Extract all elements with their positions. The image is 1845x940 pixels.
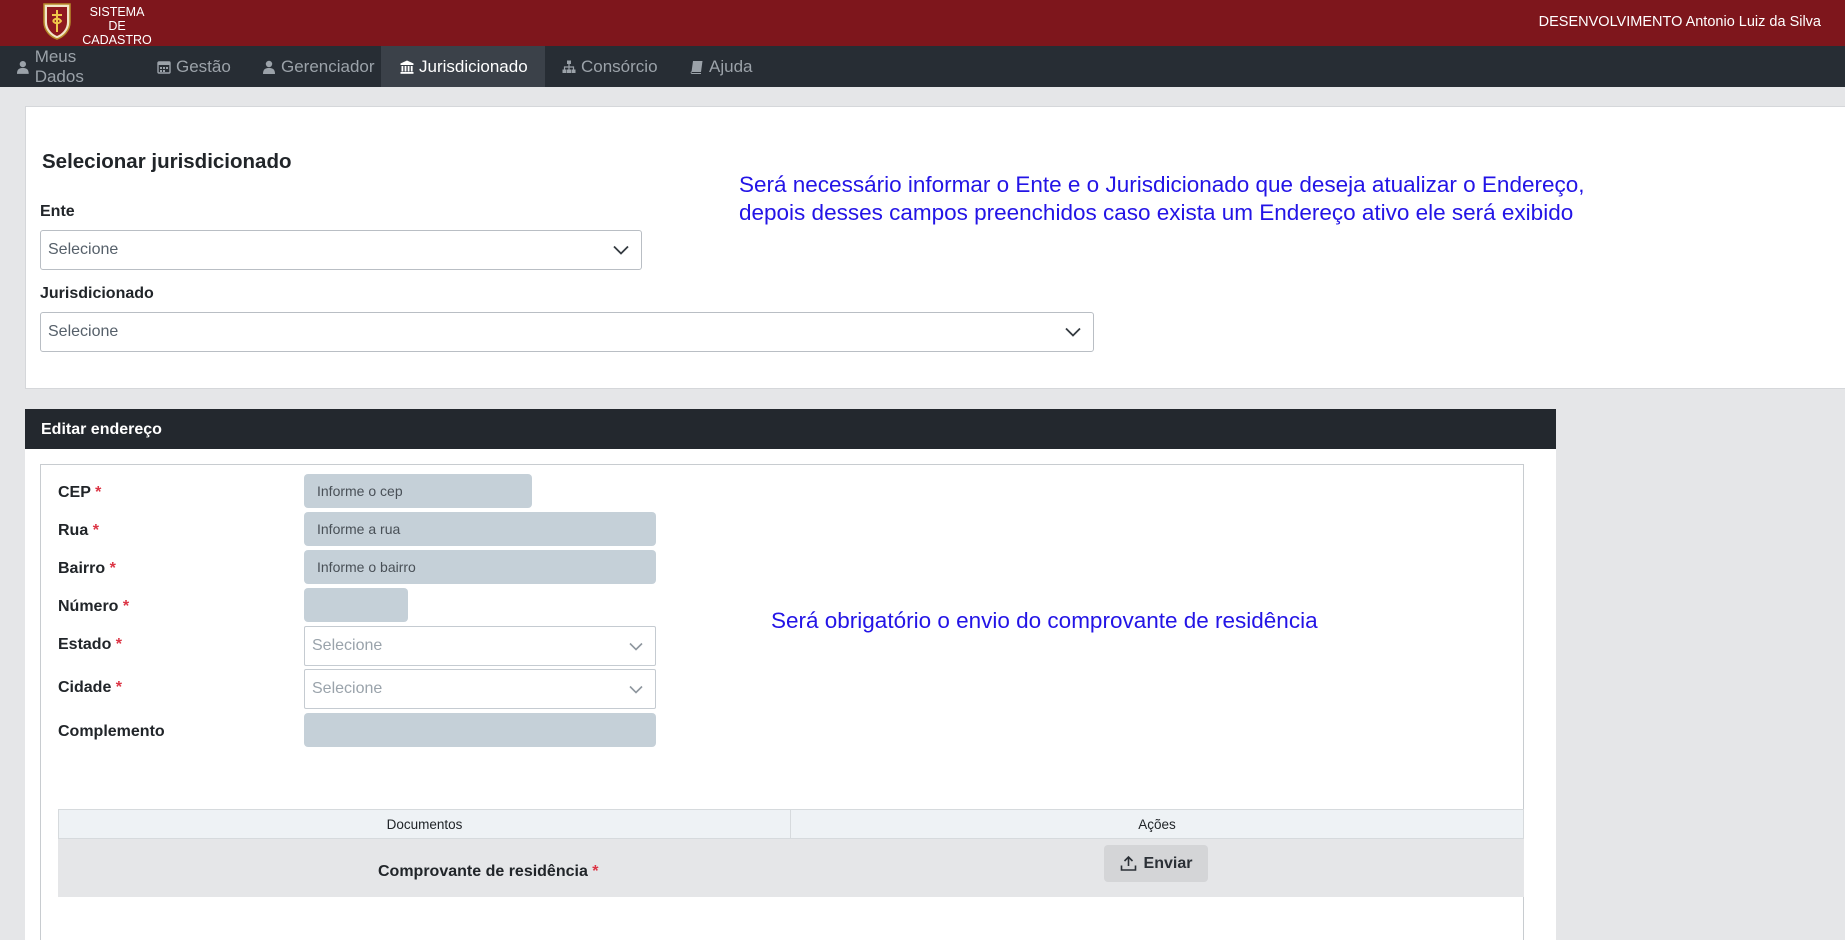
nav-consorcio[interactable]: Consórcio — [562, 46, 682, 87]
required-mark: * — [95, 484, 102, 501]
nav-label: Ajuda — [709, 56, 753, 76]
chevron-down-icon — [629, 685, 643, 694]
nav-ajuda[interactable]: Ajuda — [690, 46, 770, 87]
complemento-label: Complemento — [58, 723, 165, 740]
cidade-select[interactable]: Selecione — [304, 669, 656, 709]
required-mark: * — [109, 560, 116, 577]
column-header-acoes: Ações — [1138, 816, 1176, 832]
rua-input[interactable]: Informe a rua — [304, 512, 656, 546]
required-mark: * — [122, 598, 130, 615]
user-info[interactable]: DESENVOLVIMENTO Antonio Luiz da Silva — [1539, 14, 1821, 30]
edit-address-header: Editar endereço — [25, 409, 1556, 449]
chevron-down-icon — [613, 245, 629, 255]
note-line-1: Será necessário informar o Ente e o Juri… — [739, 172, 1585, 197]
estado-select[interactable]: Selecione — [304, 626, 656, 666]
user-icon — [263, 60, 275, 74]
sitemap-icon — [562, 60, 576, 73]
select-section-title: Selecionar jurisdicionado — [42, 150, 292, 173]
user-icon — [16, 60, 29, 74]
nav-label: Gerenciador — [281, 56, 375, 76]
rua-label: Rua * — [58, 522, 99, 539]
institution-icon — [400, 60, 414, 74]
brand-line-2: CADASTRO — [82, 33, 152, 47]
top-header: SISTEMA DE CADASTRO DESENVOLVIMENTO Anto… — [0, 0, 1845, 47]
numero-label: Número * — [58, 598, 130, 615]
cep-label: CEP * — [58, 484, 102, 501]
bairro-label: Bairro * — [58, 560, 116, 577]
ente-select[interactable]: Selecione — [40, 230, 642, 270]
document-name: Comprovante de residência * — [378, 863, 599, 880]
upload-icon — [1120, 855, 1136, 871]
proof-of-residence-note: Será obrigatório o envio do comprovante … — [771, 608, 1318, 633]
cidade-label: Cidade * — [58, 679, 123, 696]
bairro-input[interactable]: Informe o bairro — [304, 550, 656, 584]
send-button-label: Enviar — [1143, 854, 1193, 872]
chevron-down-icon — [1065, 327, 1081, 337]
nav-label: Meus Dados — [34, 46, 84, 86]
nav-jurisdicionado[interactable]: Jurisdicionado — [381, 46, 545, 87]
column-header-documentos: Documentos — [59, 810, 791, 838]
jurisdicionado-select[interactable]: Selecione — [40, 312, 1094, 352]
required-mark: * — [592, 863, 599, 880]
table-row: Comprovante de residência * — [58, 839, 1524, 897]
brand-name: SISTEMA DE CADASTRO — [80, 5, 154, 47]
chevron-down-icon — [629, 642, 643, 651]
nav-gestao[interactable]: Gestão — [157, 46, 257, 87]
main-navbar: Meus Dados Gestão Gerenciador Jurisdicio… — [0, 46, 1845, 87]
required-mark: * — [115, 636, 123, 653]
logo-shield-icon — [43, 3, 71, 40]
select-instruction-note: Será necessário informar o Ente e o Juri… — [739, 171, 1585, 227]
documents-table-header: Documentos Ações — [58, 809, 1524, 839]
estado-label: Estado * — [58, 636, 123, 653]
send-button[interactable]: Enviar — [1104, 845, 1208, 882]
nav-label: Jurisdicionado — [419, 56, 528, 76]
complemento-input[interactable] — [304, 713, 656, 747]
cep-input[interactable]: Informe o cep — [304, 474, 532, 508]
numero-input[interactable] — [304, 588, 408, 622]
calendar-icon — [157, 60, 171, 74]
note-line-2: depois desses campos preenchidos caso ex… — [739, 200, 1574, 225]
jurisdicionado-label: Jurisdicionado — [40, 285, 154, 302]
jurisdicionado-select-value: Selecione — [48, 323, 119, 340]
nav-meus-dados[interactable]: Meus Dados — [16, 46, 128, 87]
required-mark: * — [92, 522, 99, 539]
ente-select-value: Selecione — [48, 241, 119, 258]
brand-line-1: SISTEMA DE — [89, 5, 145, 33]
ente-label: Ente — [40, 203, 75, 220]
book-icon — [690, 60, 703, 74]
nav-label: Consórcio — [581, 56, 658, 76]
required-mark: * — [115, 679, 123, 696]
nav-label: Gestão — [176, 56, 231, 76]
